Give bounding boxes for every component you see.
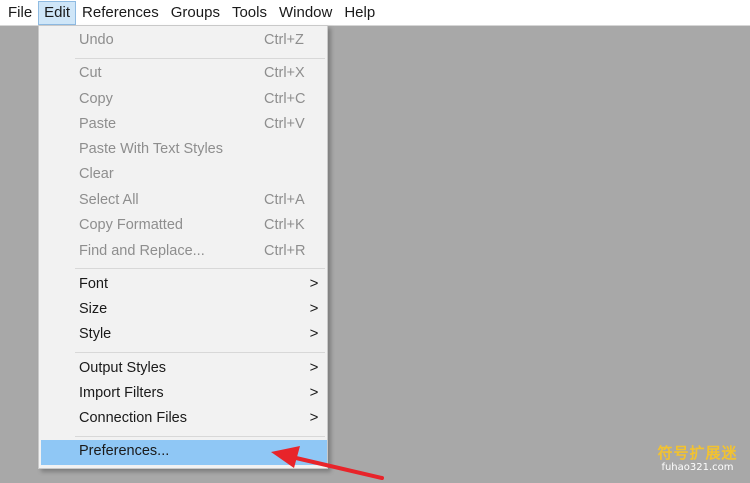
menu-item-cut[interactable]: Cut Ctrl+X [40,62,326,87]
menu-separator [75,268,325,269]
menu-item-paste[interactable]: Paste Ctrl+V [40,113,326,138]
menu-item-label: Connection Files [79,410,187,426]
menu-item-find-and-replace[interactable]: Find and Replace... Ctrl+R [40,240,326,265]
menu-item-label: Paste With Text Styles [79,141,223,157]
menu-item-copy[interactable]: Copy Ctrl+C [40,88,326,113]
menu-item-label: Clear [79,166,114,182]
watermark: 符号扩展迷 fuhao321.com [650,444,745,474]
menu-item-label: Size [79,301,108,317]
menu-item-shortcut: Ctrl+K [264,217,305,233]
menu-item-label: Output Styles [79,360,167,376]
menu-item-copy-formatted[interactable]: Copy Formatted Ctrl+K [40,214,326,239]
chevron-right-icon: > [309,384,319,401]
menu-item-shortcut: Ctrl+C [264,91,306,107]
chevron-right-icon: > [309,275,319,292]
menu-item-shortcut: Ctrl+V [264,116,305,132]
menu-item-label: Style [79,326,112,342]
menu-separator [75,436,325,437]
menu-file[interactable]: File [2,1,38,25]
menu-item-label: Copy [79,91,113,107]
menu-help[interactable]: Help [338,1,381,25]
workspace-background [0,26,8,483]
menu-item-preferences[interactable]: Preferences... [41,440,327,465]
menu-item-select-all[interactable]: Select All Ctrl+A [40,189,326,214]
menu-tools[interactable]: Tools [226,1,273,25]
menu-references[interactable]: References [76,1,165,25]
menu-item-clear[interactable]: Clear [40,163,326,188]
menu-item-label: Copy Formatted [79,217,183,233]
menu-item-undo[interactable]: Undo Ctrl+Z [40,29,326,54]
menu-item-label: Import Filters [79,385,164,401]
menu-item-output-styles[interactable]: Output Styles > [40,357,326,382]
menu-item-shortcut: Ctrl+Z [264,32,304,48]
edit-menu-dropdown: Undo Ctrl+Z Cut Ctrl+X Copy Ctrl+C Paste… [38,25,328,469]
menu-item-font[interactable]: Font > [40,273,326,298]
menu-item-label: Select All [79,192,139,208]
menu-item-shortcut: Ctrl+R [264,243,306,259]
chevron-right-icon: > [309,300,319,317]
menu-item-label: Font [79,276,109,292]
menu-item-shortcut: Ctrl+A [264,192,305,208]
menu-window[interactable]: Window [273,1,338,25]
chevron-right-icon: > [309,359,319,376]
watermark-url: fuhao321.com [661,462,734,473]
menu-item-label: Undo [79,32,114,48]
menu-bar: File Edit References Groups Tools Window… [0,0,750,26]
menu-item-label: Cut [79,65,102,81]
menu-item-label: Preferences... [79,443,170,459]
chevron-right-icon: > [309,325,319,342]
menu-item-label: Paste [79,116,117,132]
menu-separator [75,352,325,353]
watermark-chinese-text: 符号扩展迷 [657,444,738,462]
menu-item-import-filters[interactable]: Import Filters > [40,382,326,407]
menu-groups[interactable]: Groups [165,1,226,25]
menu-separator [75,58,325,59]
menu-edit[interactable]: Edit [38,0,77,25]
chevron-right-icon: > [309,409,319,426]
menu-item-size[interactable]: Size > [40,298,326,323]
menu-item-shortcut: Ctrl+X [264,65,305,81]
menu-item-label: Find and Replace... [79,243,205,259]
menu-item-style[interactable]: Style > [40,323,326,348]
menu-item-connection-files[interactable]: Connection Files > [40,407,326,432]
menu-item-paste-with-text-styles[interactable]: Paste With Text Styles [40,138,326,163]
